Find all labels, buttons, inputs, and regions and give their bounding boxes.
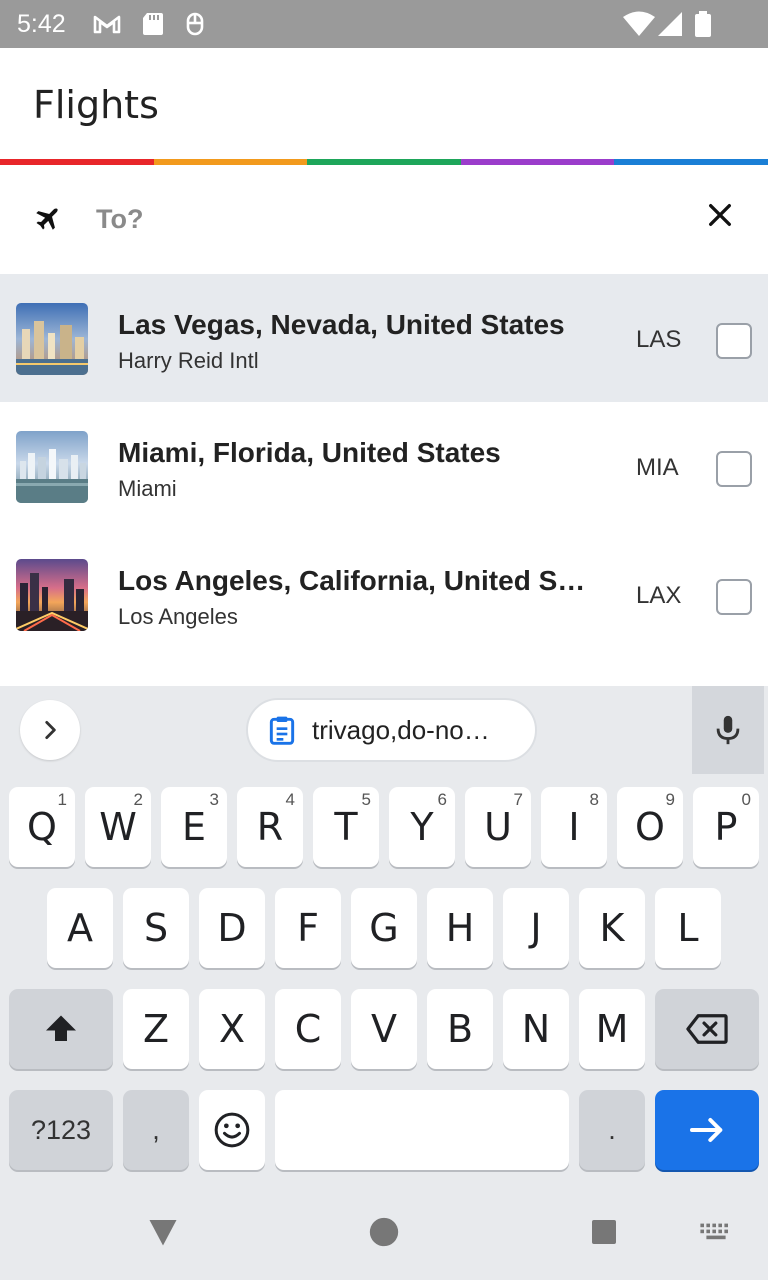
shift-key[interactable] bbox=[9, 989, 113, 1069]
airport-code: MIA bbox=[636, 454, 679, 481]
emoji-icon bbox=[214, 1112, 250, 1148]
status-bar: 5:42 bbox=[0, 0, 768, 48]
keyboard-icon bbox=[700, 1223, 728, 1240]
home-button[interactable] bbox=[364, 1212, 404, 1252]
key-l[interactable]: L bbox=[655, 888, 721, 968]
gmail-icon bbox=[92, 10, 122, 38]
app-header: Flights bbox=[0, 48, 768, 160]
arrow-right-icon bbox=[690, 1118, 723, 1142]
key-r[interactable]: 4R bbox=[237, 787, 303, 867]
los-angeles-thumbnail bbox=[16, 559, 88, 631]
microphone-icon bbox=[716, 715, 740, 745]
key-d[interactable]: D bbox=[199, 888, 265, 968]
airplane-icon bbox=[33, 205, 61, 233]
key-g[interactable]: G bbox=[351, 888, 417, 968]
voice-input-button[interactable] bbox=[692, 686, 764, 774]
status-time: 5:42 bbox=[17, 10, 66, 38]
result-item-mia[interactable]: Miami, Florida, United States Miami MIA bbox=[0, 402, 768, 530]
key-p[interactable]: 0P bbox=[693, 787, 759, 867]
result-item-las[interactable]: Las Vegas, Nevada, United States Harry R… bbox=[0, 274, 768, 402]
key-q[interactable]: 1Q bbox=[9, 787, 75, 867]
destination-input[interactable] bbox=[96, 199, 656, 239]
las-vegas-thumbnail bbox=[16, 303, 88, 375]
key-s[interactable]: S bbox=[123, 888, 189, 968]
city-name: Los Angeles, California, United S… bbox=[118, 565, 586, 596]
destination-search-row bbox=[0, 165, 768, 273]
clipboard-icon bbox=[269, 716, 295, 745]
city-name: Las Vegas, Nevada, United States bbox=[118, 309, 565, 340]
shift-arrow-icon bbox=[46, 1015, 76, 1041]
key-i[interactable]: 8I bbox=[541, 787, 607, 867]
debug-icon bbox=[180, 10, 210, 38]
home-circle-icon bbox=[369, 1217, 399, 1247]
key-f[interactable]: F bbox=[275, 888, 341, 968]
period-key[interactable]: . bbox=[579, 1090, 645, 1170]
city-name: Miami, Florida, United States bbox=[118, 437, 501, 468]
airport-code: LAX bbox=[636, 582, 682, 609]
key-x[interactable]: X bbox=[199, 989, 265, 1069]
close-icon bbox=[709, 204, 731, 226]
back-button[interactable] bbox=[143, 1212, 183, 1252]
signal-icon bbox=[656, 10, 684, 38]
select-checkbox-mia[interactable] bbox=[716, 451, 752, 487]
backspace-key[interactable] bbox=[655, 989, 759, 1069]
result-item-lax[interactable]: Los Angeles, California, United S… Los A… bbox=[0, 530, 768, 658]
clear-button[interactable] bbox=[700, 195, 740, 235]
key-w[interactable]: 2W bbox=[85, 787, 151, 867]
wifi-icon bbox=[622, 10, 656, 38]
key-a[interactable]: A bbox=[47, 888, 113, 968]
page-title: Flights bbox=[33, 83, 159, 127]
symbols-key[interactable]: ?123 bbox=[9, 1090, 113, 1170]
expand-toolbar-button[interactable] bbox=[20, 700, 80, 760]
key-k[interactable]: K bbox=[579, 888, 645, 968]
emoji-key[interactable] bbox=[199, 1090, 265, 1170]
backspace-icon bbox=[686, 1014, 728, 1044]
key-o[interactable]: 9O bbox=[617, 787, 683, 867]
go-key[interactable] bbox=[655, 1090, 759, 1170]
battery-icon bbox=[692, 10, 714, 38]
miami-thumbnail bbox=[16, 431, 88, 503]
clipboard-suggestion-chip[interactable]: trivago,do-no… bbox=[246, 698, 537, 762]
system-navigation-bar bbox=[0, 1182, 768, 1280]
select-checkbox-las[interactable] bbox=[716, 323, 752, 359]
airport-name: Harry Reid Intl bbox=[118, 348, 259, 373]
key-e[interactable]: 3E bbox=[161, 787, 227, 867]
key-t[interactable]: 5T bbox=[313, 787, 379, 867]
suggestion-bar: trivago,do-no… bbox=[0, 686, 768, 774]
chevron-right-icon bbox=[45, 721, 56, 739]
key-j[interactable]: J bbox=[503, 888, 569, 968]
back-triangle-icon bbox=[149, 1220, 177, 1246]
comma-key[interactable]: , bbox=[123, 1090, 189, 1170]
key-c[interactable]: C bbox=[275, 989, 341, 1069]
space-key[interactable] bbox=[275, 1090, 569, 1170]
select-checkbox-lax[interactable] bbox=[716, 579, 752, 615]
key-u[interactable]: 7U bbox=[465, 787, 531, 867]
clipboard-text: trivago,do-no… bbox=[312, 714, 490, 745]
key-m[interactable]: M bbox=[579, 989, 645, 1069]
recents-button[interactable] bbox=[584, 1212, 624, 1252]
recents-square-icon bbox=[592, 1220, 616, 1244]
keyboard-switcher-button[interactable] bbox=[696, 1212, 736, 1252]
airport-name: Miami bbox=[118, 476, 177, 501]
airport-name: Los Angeles bbox=[118, 604, 238, 629]
sd-card-icon bbox=[138, 10, 168, 38]
airport-code: LAS bbox=[636, 326, 682, 353]
key-n[interactable]: N bbox=[503, 989, 569, 1069]
key-v[interactable]: V bbox=[351, 989, 417, 1069]
key-h[interactable]: H bbox=[427, 888, 493, 968]
key-z[interactable]: Z bbox=[123, 989, 189, 1069]
key-y[interactable]: 6Y bbox=[389, 787, 455, 867]
key-b[interactable]: B bbox=[427, 989, 493, 1069]
